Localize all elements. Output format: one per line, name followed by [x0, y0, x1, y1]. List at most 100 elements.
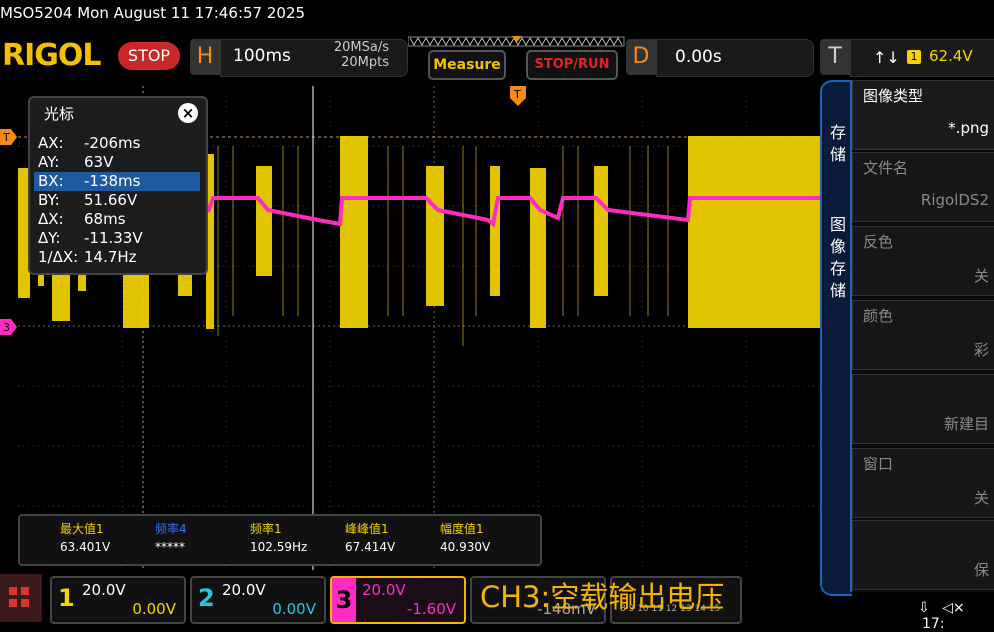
ch3-box[interactable]: 3 20.0V -1.60V — [330, 576, 466, 624]
waveform-position-indicator — [408, 36, 625, 47]
cursor-row-dx: ΔX: 68ms — [34, 210, 200, 229]
usb-icon: ⇩ — [918, 600, 930, 616]
timebase-box[interactable]: 100ms 20MSa/s 20Mpts — [220, 39, 408, 77]
trigger-level-marker[interactable]: T — [0, 129, 18, 145]
cursor-row-bx[interactable]: BX: -138ms — [34, 172, 200, 191]
delay-button[interactable]: D — [626, 39, 656, 75]
measurement-item: 最大值1 63.401V — [60, 520, 155, 556]
menu-invert[interactable]: 反色 关 — [852, 226, 994, 296]
cursor-key: AY: — [38, 153, 60, 171]
cursor-value: -11.33V — [84, 229, 143, 247]
menu-value: RigolDS2 — [920, 191, 989, 209]
ch3-number: 3 — [332, 578, 356, 622]
cursor-value: 63V — [84, 153, 114, 171]
cursor-value: 51.66V — [84, 191, 138, 209]
measurement-value: 40.930V — [440, 540, 491, 554]
clock-time: 17: — [922, 616, 945, 632]
trigger-position-label: T — [513, 88, 521, 101]
cursor-row-by: BY: 51.66V — [34, 191, 200, 210]
rigol-logo: RIGOL — [2, 38, 102, 73]
cursor-key: AX: — [38, 134, 64, 152]
status-area: ⇩ ◁× 17: — [918, 600, 994, 632]
menu-new-folder[interactable]: 新建目 — [852, 374, 994, 444]
trigger-button[interactable]: T — [820, 39, 850, 75]
close-icon[interactable]: × — [178, 103, 198, 123]
measurement-label: 频率4 — [155, 522, 187, 536]
menu-label: 图像类型 — [863, 87, 924, 105]
menu-label: 窗口 — [863, 455, 894, 473]
trigger-edge-icon: ↑↓ — [873, 48, 900, 67]
ch1-scale: 20.0V — [82, 581, 126, 599]
menu-window[interactable]: 窗口 关 — [852, 448, 994, 518]
menu-value: *.png — [948, 119, 989, 137]
tab-image-save[interactable]: 图像存储 — [828, 214, 848, 302]
ch3-offset-marker[interactable]: 3 — [0, 319, 18, 335]
run-state-badge[interactable]: STOP — [118, 42, 180, 70]
menu-label: 文件名 — [863, 159, 909, 177]
grid-icon — [21, 599, 29, 607]
cursor-key: ΔY: — [38, 229, 61, 247]
trigger-box[interactable]: ↑↓ 1 62.4V — [850, 39, 994, 77]
annotation-note: CH3:空载输出电压 — [480, 580, 725, 614]
trigger-position-marker[interactable]: T — [510, 86, 526, 108]
measurement-label: 幅度值1 — [440, 522, 484, 536]
trigger-source: 1 — [907, 50, 921, 64]
measure-button[interactable]: Measure — [428, 50, 506, 80]
grid-icon — [9, 587, 17, 595]
ch3-offset: -1.60V — [406, 600, 456, 618]
cursor-value: -138ms — [84, 172, 141, 190]
cursor-value: 68ms — [84, 210, 126, 228]
ch2-box[interactable]: 2 20.0V 0.00V — [190, 576, 326, 624]
delay-box[interactable]: 0.00s — [656, 39, 814, 77]
title-text: MSO5204 Mon August 11 17:46:57 2025 — [0, 4, 306, 22]
ch1-box[interactable]: 1 20.0V 0.00V — [50, 576, 186, 624]
ch2-scale: 20.0V — [222, 581, 266, 599]
cursor-panel-title: 光标 — [44, 105, 75, 123]
menu-save[interactable]: 保 — [852, 520, 994, 590]
measurement-item: 频率1 102.59Hz — [250, 520, 345, 556]
home-button[interactable] — [0, 574, 42, 622]
cursor-value: -206ms — [84, 134, 141, 152]
menu-value: 关 — [973, 267, 989, 285]
measurement-label: 峰峰值1 — [345, 522, 389, 536]
stop-run-button[interactable]: STOP/RUN — [526, 50, 618, 80]
cursor-key: ΔX: — [38, 210, 64, 228]
delay-value: 0.00s — [675, 47, 722, 67]
tab-save[interactable]: 存储 — [828, 122, 848, 166]
cursor-row-ay: AY: 63V — [34, 153, 200, 172]
measurement-value: 67.414V — [345, 540, 396, 554]
cursor-row-freq: 1/ΔX: 14.7Hz — [34, 248, 200, 267]
measurement-value: 102.59Hz — [250, 540, 308, 554]
ch1-number: 1 — [58, 584, 75, 612]
measurement-panel[interactable]: 最大值1 63.401V 频率4 ***** 频率1 102.59Hz 峰峰值1… — [18, 514, 542, 566]
horizontal-button[interactable]: H — [190, 39, 220, 75]
measurement-item: 峰峰值1 67.414V — [345, 520, 440, 556]
ch1-offset: 0.00V — [132, 600, 176, 618]
cursor-key: BY: — [38, 191, 60, 209]
speaker-icon[interactable]: ◁× — [942, 600, 965, 616]
trigger-marker-label: T — [2, 131, 10, 144]
menu-value: 保 — [973, 561, 989, 579]
ch3-marker-label: 3 — [3, 321, 10, 334]
menu-file-name[interactable]: 文件名 RigolDS2 — [852, 152, 994, 222]
side-tabs: 存储 图像存储 — [820, 80, 852, 596]
cursor-row-ax: AX: -206ms — [34, 134, 200, 153]
sample-info: 20MSa/s 20Mpts — [334, 40, 389, 70]
ch2-offset: 0.00V — [272, 600, 316, 618]
cursor-key: BX: — [38, 172, 64, 190]
menu-color[interactable]: 颜色 彩 — [852, 300, 994, 370]
cursor-row-dy: ΔY: -11.33V — [34, 229, 200, 248]
menu-image-type[interactable]: 图像类型 *.png — [852, 80, 994, 150]
measurement-label: 频率1 — [250, 522, 282, 536]
ch3-scale: 20.0V — [362, 581, 406, 599]
cursor-key: 1/ΔX: — [38, 248, 79, 266]
measurement-value: 63.401V — [60, 540, 111, 554]
ch2-number: 2 — [198, 584, 215, 612]
cursor-panel: 光标 × AX: -206ms AY: 63V BX: -138ms BY: 51.66… — [28, 96, 208, 275]
grid-icon — [21, 587, 29, 595]
menu-value: 新建目 — [943, 415, 989, 433]
measurement-item: 幅度值1 40.930V — [440, 520, 535, 556]
grid-icon — [9, 599, 17, 607]
measurement-label: 最大值1 — [60, 522, 104, 536]
trigger-level: 62.4V — [929, 47, 973, 65]
